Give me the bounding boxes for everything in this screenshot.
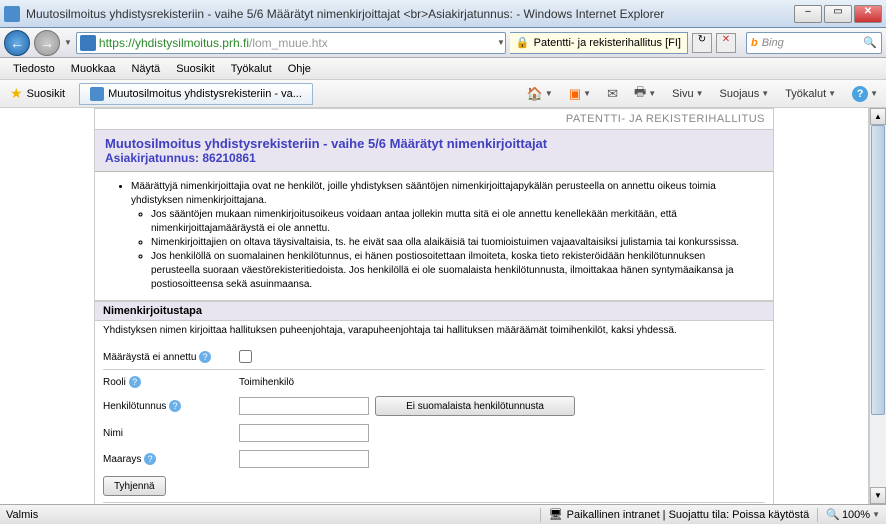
favorites-button[interactable]: ★ Suosikit [4, 83, 71, 104]
rooli-value: Toimihenkilö [239, 377, 294, 388]
page-menu[interactable]: Sivu▼ [668, 86, 707, 102]
menu-suosikit[interactable]: Suosikit [169, 61, 222, 77]
scroll-track[interactable] [870, 125, 886, 487]
favorites-label: Suosikit [27, 88, 66, 100]
menu-nayta[interactable]: Näytä [124, 61, 167, 77]
refresh-button[interactable]: ↻ [692, 33, 712, 53]
vertical-scrollbar[interactable]: ▲ ▼ [869, 108, 886, 504]
section-header: Nimenkirjoitustapa [95, 301, 773, 321]
browser-tab[interactable]: Muutosilmoitus yhdistysrekisteriin - va.… [79, 83, 313, 105]
zoom-value: 100% [842, 509, 870, 521]
address-bar[interactable]: https://yhdistysilmoitus.prh.fi/lom_muue… [76, 32, 506, 54]
brand-label: PATENTTI- JA REKISTERIHALLITUS [95, 109, 773, 130]
maaraysta-checkbox[interactable] [239, 350, 252, 363]
help-icon[interactable]: ? [169, 400, 181, 412]
clear-button[interactable]: Tyhjennä [103, 476, 166, 496]
page-title: Muutosilmoitus yhdistysrekisteriin - vai… [105, 136, 763, 151]
menu-tyokalut[interactable]: Työkalut [224, 61, 279, 77]
navigation-bar: ← → ▼ https://yhdistysilmoitus.prh.fi/lo… [0, 28, 886, 58]
tools-menu[interactable]: Työkalut▼ [781, 86, 840, 102]
favorites-bar: ★ Suosikit Muutosilmoitus yhdistysrekist… [0, 80, 886, 108]
print-icon: 🖶 [634, 83, 646, 105]
internet-zone-icon: 🖥 [549, 508, 563, 521]
lock-icon: 🔒 [516, 36, 530, 49]
info-bullet: Määrättyjä nimenkirjoittajia ovat ne hen… [131, 180, 753, 208]
mail-icon: ✉ [607, 86, 618, 102]
nimi-label: Nimi [103, 428, 233, 439]
scroll-down-button[interactable]: ▼ [870, 487, 886, 504]
menu-tiedosto[interactable]: Tiedosto [6, 61, 62, 77]
status-text: Valmis [6, 509, 206, 521]
zoom-control[interactable]: 🔍 100% ▼ [826, 508, 880, 521]
zoom-dropdown-icon[interactable]: ▼ [872, 510, 880, 519]
mail-button[interactable]: ✉ [603, 84, 622, 104]
info-sub: Jos henkilöllä on suomalainen henkilötun… [151, 250, 753, 292]
home-button[interactable]: 🏠▼ [523, 84, 557, 104]
site-icon [80, 35, 96, 51]
menu-ohje[interactable]: Ohje [281, 61, 318, 77]
info-sub: Nimenkirjoittajien on oltava täysivaltai… [151, 236, 753, 250]
window-title: Muutosilmoitus yhdistysrekisteriin - vai… [26, 7, 794, 21]
scroll-thumb[interactable] [871, 125, 885, 415]
status-bar: Valmis 🖥 Paikallinen intranet | Suojattu… [0, 504, 886, 524]
url-text: https://yhdistysilmoitus.prh.fi/lom_muue… [99, 36, 497, 50]
ssl-label: Patentti- ja rekisterihallitus [FI] [534, 37, 681, 49]
tab-title: Muutosilmoitus yhdistysrekisteriin - va.… [108, 88, 302, 100]
scroll-up-button[interactable]: ▲ [870, 108, 886, 125]
help-button[interactable]: ?▼ [848, 84, 882, 104]
nimi-input[interactable] [239, 424, 369, 442]
section-desc: Yhdistyksen nimen kirjoittaa hallituksen… [95, 321, 773, 340]
help-icon[interactable]: ? [129, 376, 141, 388]
safety-menu[interactable]: Suojaus▼ [716, 86, 774, 102]
help-icon: ? [852, 86, 868, 102]
search-icon[interactable]: 🔍 [863, 36, 877, 49]
stop-button[interactable]: ✕ [716, 33, 736, 53]
ie-icon [4, 6, 20, 22]
info-box: Määrättyjä nimenkirjoittajia ovat ne hen… [95, 172, 773, 301]
help-icon[interactable]: ? [199, 351, 211, 363]
minimize-button[interactable]: – [794, 5, 822, 23]
hetu-label: Henkilötunnus ? [103, 400, 233, 412]
maximize-button[interactable]: ▭ [824, 5, 852, 23]
rss-icon: ▣ [569, 86, 581, 102]
hetu-input[interactable] [239, 397, 369, 415]
forward-button[interactable]: → [34, 30, 60, 56]
security-zone[interactable]: 🖥 Paikallinen intranet | Suojattu tila: … [549, 508, 810, 521]
close-button[interactable]: ✕ [854, 5, 882, 23]
maarays-label: Maarays ? [103, 453, 233, 465]
back-button[interactable]: ← [4, 30, 30, 56]
menu-muokkaa[interactable]: Muokkaa [64, 61, 123, 77]
no-finnish-id-button[interactable]: Ei suomalaista henkilötunnusta [375, 396, 575, 416]
print-button[interactable]: 🖶▼ [630, 81, 660, 107]
nav-history-dropdown[interactable]: ▼ [64, 38, 72, 47]
menu-bar: Tiedosto Muokkaa Näytä Suosikit Työkalut… [0, 58, 886, 80]
url-dropdown-icon[interactable]: ▼ [497, 38, 505, 47]
star-icon: ★ [10, 85, 23, 102]
info-sub: Jos sääntöjen mukaan nimenkirjoitusoikeu… [151, 208, 753, 236]
page-heading: Muutosilmoitus yhdistysrekisteriin - vai… [95, 130, 773, 172]
bing-icon: b [751, 37, 758, 49]
help-icon[interactable]: ? [144, 453, 156, 465]
window-controls: – ▭ ✕ [794, 5, 882, 23]
maarays-input[interactable] [239, 450, 369, 468]
form-page: PATENTTI- JA REKISTERIHALLITUS Muutosilm… [94, 108, 774, 504]
zoom-icon: 🔍 [826, 508, 840, 521]
window-titlebar: Muutosilmoitus yhdistysrekisteriin - vai… [0, 0, 886, 28]
form-area: Määräystä ei annettu ? Rooli ? Toimihenk… [95, 340, 773, 504]
command-bar: 🏠▼ ▣▼ ✉ 🖶▼ Sivu▼ Suojaus▼ Työkalut▼ ?▼ [523, 81, 882, 107]
search-box[interactable]: b Bing 🔍 [746, 32, 882, 54]
tab-favicon [90, 87, 104, 101]
feeds-button[interactable]: ▣▼ [565, 84, 595, 104]
content-viewport: PATENTTI- JA REKISTERIHALLITUS Muutosilm… [0, 108, 869, 504]
search-engine-label: Bing [762, 37, 860, 49]
page-subtitle: Asiakirjatunnus: 86210861 [105, 151, 763, 165]
home-icon: 🏠 [527, 86, 543, 102]
rooli-label: Rooli ? [103, 376, 233, 388]
ssl-identity[interactable]: 🔒 Patentti- ja rekisterihallitus [FI] [510, 32, 688, 54]
maaraysta-label: Määräystä ei annettu ? [103, 351, 233, 363]
